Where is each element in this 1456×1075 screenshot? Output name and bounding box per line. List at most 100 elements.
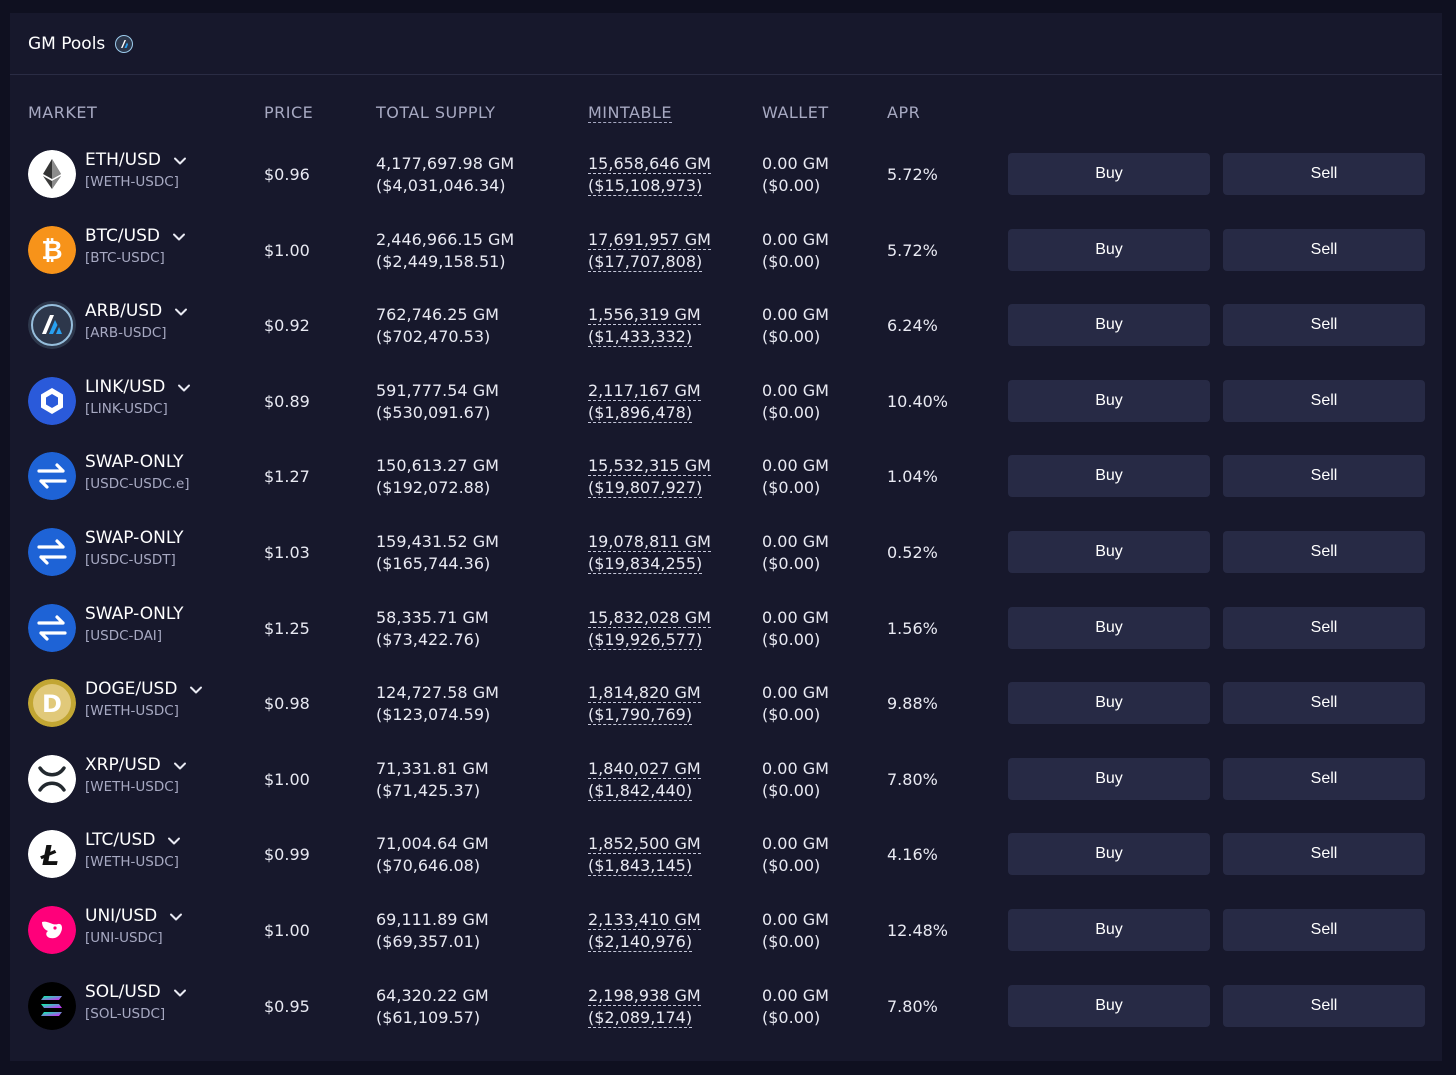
market-name: XRP/USD bbox=[85, 754, 161, 775]
mintable-usd[interactable]: ($1,790,769) bbox=[588, 705, 693, 726]
chevron-down-icon[interactable] bbox=[177, 380, 191, 394]
chevron-down-icon[interactable] bbox=[189, 682, 203, 696]
mintable-amount[interactable]: 15,658,646 GM bbox=[588, 154, 711, 174]
chevron-down-icon[interactable] bbox=[173, 758, 187, 772]
market-selector[interactable]: SOL/USD bbox=[85, 982, 187, 1002]
mintable-usd[interactable]: ($2,140,976) bbox=[588, 932, 693, 952]
mintable-usd[interactable]: ($19,834,255) bbox=[588, 554, 703, 574]
mintable-usd[interactable]: ($15,108,973) bbox=[588, 176, 703, 196]
buy-button[interactable]: Buy bbox=[1008, 908, 1210, 951]
mintable-amount[interactable]: 15,832,028 GM bbox=[588, 608, 711, 628]
sell-button[interactable]: Sell bbox=[1223, 833, 1425, 876]
apr-value: 5.72% bbox=[887, 165, 938, 184]
mintable-usd[interactable]: ($17,707,808) bbox=[588, 252, 703, 272]
buy-button[interactable]: Buy bbox=[1008, 228, 1210, 271]
mintable[interactable]: 2,198,938 GM ($2,089,174) bbox=[588, 985, 701, 1029]
sell-button[interactable]: Sell bbox=[1223, 606, 1425, 649]
chevron-down-icon[interactable] bbox=[167, 833, 181, 847]
total-supply: 150,613.27 GM ($192,072.88) bbox=[376, 455, 499, 499]
chevron-down-icon[interactable] bbox=[174, 304, 188, 318]
buy-button[interactable]: Buy bbox=[1008, 682, 1210, 725]
total-supply: 2,446,966.15 GM ($2,449,158.51) bbox=[376, 229, 514, 273]
sell-button[interactable]: Sell bbox=[1223, 228, 1425, 271]
supply-amount: 58,335.71 GM bbox=[376, 607, 489, 627]
col-mintable[interactable]: MINTABLE bbox=[588, 103, 672, 123]
mintable[interactable]: 15,832,028 GM ($19,926,577) bbox=[588, 607, 711, 651]
market-selector[interactable]: XRP/USD bbox=[85, 755, 187, 775]
arb-icon bbox=[28, 301, 76, 350]
market-name: ARB/USD bbox=[85, 301, 163, 322]
buy-button[interactable]: Buy bbox=[1008, 606, 1210, 649]
sell-button[interactable]: Sell bbox=[1223, 455, 1425, 498]
mintable[interactable]: 1,814,820 GM ($1,790,769) bbox=[588, 682, 701, 726]
swap-icon bbox=[28, 452, 76, 501]
market-selector[interactable]: ETH/USD bbox=[85, 150, 187, 170]
market-pair: [WETH-USDC] bbox=[85, 174, 179, 190]
wallet-usd: ($0.00) bbox=[762, 1007, 821, 1027]
mintable[interactable]: 15,658,646 GM ($15,108,973) bbox=[588, 153, 711, 197]
price-value: $1.27 bbox=[264, 467, 310, 487]
mintable-amount[interactable]: 15,532,315 GM bbox=[588, 456, 711, 477]
sell-button[interactable]: Sell bbox=[1223, 304, 1425, 347]
mintable[interactable]: 2,133,410 GM ($2,140,976) bbox=[588, 909, 701, 953]
mintable[interactable]: 17,691,957 GM ($17,707,808) bbox=[588, 229, 711, 273]
market-selector[interactable]: DOGE/USD bbox=[85, 679, 203, 699]
market-selector[interactable]: LTC/USD bbox=[85, 830, 181, 850]
wallet-balance: 0.00 GM ($0.00) bbox=[762, 909, 829, 953]
price-value: $0.99 bbox=[264, 845, 310, 865]
mintable-usd[interactable]: ($19,926,577) bbox=[588, 630, 703, 650]
buy-button[interactable]: Buy bbox=[1008, 530, 1210, 573]
mintable-amount[interactable]: 1,852,500 GM bbox=[588, 834, 701, 855]
chevron-down-icon[interactable] bbox=[173, 153, 187, 167]
supply-amount: 4,177,697.98 GM bbox=[376, 154, 515, 173]
mintable-usd[interactable]: ($1,843,145) bbox=[588, 856, 693, 877]
market-selector[interactable]: ARB/USD bbox=[85, 301, 188, 321]
mintable[interactable]: 15,532,315 GM ($19,807,927) bbox=[588, 455, 711, 499]
sell-button[interactable]: Sell bbox=[1223, 682, 1425, 725]
buy-button[interactable]: Buy bbox=[1008, 833, 1210, 876]
mintable-amount[interactable]: 19,078,811 GM bbox=[588, 532, 711, 552]
mintable-amount[interactable]: 1,556,319 GM bbox=[588, 305, 701, 326]
table-row: ARB/USD [ARB-USDC] $0.92 762,746.25 GM (… bbox=[10, 288, 1442, 364]
sell-button[interactable]: Sell bbox=[1223, 908, 1425, 951]
mintable-usd[interactable]: ($1,433,332) bbox=[588, 327, 693, 348]
mintable-amount[interactable]: 2,133,410 GM bbox=[588, 910, 701, 930]
mintable-usd[interactable]: ($1,842,440) bbox=[588, 781, 693, 801]
buy-button[interactable]: Buy bbox=[1008, 757, 1210, 800]
sell-button[interactable]: Sell bbox=[1223, 379, 1425, 422]
sell-button[interactable]: Sell bbox=[1223, 530, 1425, 573]
mintable[interactable]: 1,556,319 GM ($1,433,332) bbox=[588, 304, 701, 348]
chevron-down-icon[interactable] bbox=[169, 909, 183, 923]
market-selector[interactable]: BTC/USD bbox=[85, 226, 186, 246]
mintable[interactable]: 1,852,500 GM ($1,843,145) bbox=[588, 833, 701, 877]
market-selector[interactable]: LINK/USD bbox=[85, 377, 191, 397]
mintable-amount[interactable]: 1,814,820 GM bbox=[588, 683, 701, 704]
wallet-amount: 0.00 GM bbox=[762, 154, 829, 173]
total-supply: 159,431.52 GM ($165,744.36) bbox=[376, 531, 499, 575]
mintable[interactable]: 2,117,167 GM ($1,896,478) bbox=[588, 380, 701, 424]
chevron-down-icon[interactable] bbox=[173, 985, 187, 999]
buy-button[interactable]: Buy bbox=[1008, 304, 1210, 347]
wallet-usd: ($0.00) bbox=[762, 327, 821, 347]
mintable-usd[interactable]: ($1,896,478) bbox=[588, 403, 693, 423]
buy-button[interactable]: Buy bbox=[1008, 984, 1210, 1027]
wallet-usd: ($0.00) bbox=[762, 856, 821, 876]
chevron-down-icon[interactable] bbox=[172, 229, 186, 243]
buy-button[interactable]: Buy bbox=[1008, 455, 1210, 498]
mintable-amount[interactable]: 2,198,938 GM bbox=[588, 986, 701, 1006]
sell-button[interactable]: Sell bbox=[1223, 984, 1425, 1027]
sell-button[interactable]: Sell bbox=[1223, 153, 1425, 195]
mintable-usd[interactable]: ($19,807,927) bbox=[588, 478, 703, 499]
mintable-amount[interactable]: 1,840,027 GM bbox=[588, 759, 701, 779]
mintable-usd[interactable]: ($2,089,174) bbox=[588, 1008, 693, 1028]
buy-button[interactable]: Buy bbox=[1008, 153, 1210, 195]
mintable-amount[interactable]: 17,691,957 GM bbox=[588, 230, 711, 250]
mintable[interactable]: 1,840,027 GM ($1,842,440) bbox=[588, 758, 701, 802]
buy-button[interactable]: Buy bbox=[1008, 379, 1210, 422]
sell-button[interactable]: Sell bbox=[1223, 757, 1425, 800]
arbitrum-icon bbox=[115, 34, 134, 53]
market-selector[interactable]: UNI/USD bbox=[85, 906, 183, 926]
mintable-amount[interactable]: 2,117,167 GM bbox=[588, 381, 701, 401]
supply-amount: 71,004.64 GM bbox=[376, 834, 489, 854]
mintable[interactable]: 19,078,811 GM ($19,834,255) bbox=[588, 531, 711, 575]
